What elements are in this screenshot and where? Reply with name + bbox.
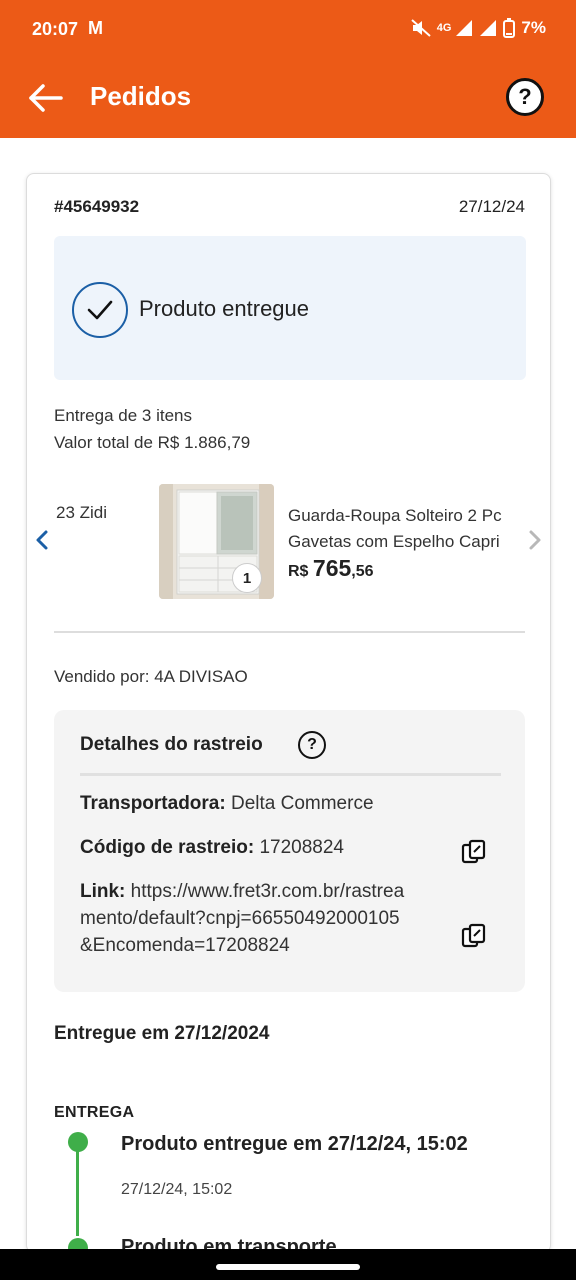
status-bar: 20:07 M 4G 7% — [0, 0, 576, 60]
tracking-code-value: 17208824 — [254, 837, 345, 858]
chevron-right-icon — [529, 530, 541, 550]
carrier-row: Transportadora: Delta Commerce — [80, 793, 374, 815]
clock: 20:07 — [32, 19, 79, 39]
order-id: #45649932 — [54, 197, 140, 216]
tracking-help-button[interactable]: ? — [298, 731, 326, 759]
carrier-label: Transportadora: — [80, 793, 226, 814]
arrow-left-icon — [29, 84, 63, 112]
status-icons: 4G 7% — [411, 18, 546, 38]
items-count: Entrega de 3 itens — [54, 406, 192, 425]
copy-link-button[interactable] — [460, 922, 488, 950]
tracking-title: Detalhes do rastreio — [80, 734, 263, 755]
seller-name: Vendido por: 4A DIVISAO — [54, 667, 248, 686]
timeline-event-title: Produto entregue em 27/12/24, 15:02 — [121, 1133, 468, 1155]
mail-notification-icon: M — [88, 18, 103, 38]
question-icon: ? — [307, 736, 317, 753]
delivered-on: Entregue em 27/12/2024 — [54, 1023, 270, 1044]
product-name-line2: Gavetas com Espelho Capri — [288, 532, 500, 551]
timeline-connector — [76, 1150, 79, 1236]
divider — [54, 631, 525, 633]
tracking-link-row: Link: https://www.fret3r.com.br/rastream… — [80, 878, 410, 959]
timeline-dot — [68, 1132, 88, 1152]
mute-icon — [411, 19, 431, 37]
network-type: 4G — [436, 22, 452, 34]
check-circle-icon — [72, 282, 128, 338]
product-price: R$ 765,56 — [288, 555, 374, 582]
copy-code-button[interactable] — [460, 838, 488, 866]
app-header: 20:07 M 4G 7% Pedidos ? — [0, 0, 576, 138]
previous-product-name[interactable]: 23 Zidi — [56, 503, 107, 523]
tracking-code-label: Código de rastreio: — [80, 837, 255, 858]
question-icon: ? — [518, 84, 532, 109]
carrier-value: Delta Commerce — [225, 793, 374, 814]
battery-level: 7% — [521, 18, 546, 37]
copy-icon — [461, 839, 486, 864]
tracking-link-value[interactable]: https://www.fret3r.com.br/rastreamento/d… — [80, 881, 404, 956]
chevron-left-icon — [36, 530, 48, 550]
delivery-status: Produto entregue — [139, 296, 310, 321]
order-total: Valor total de R$ 1.886,79 — [54, 433, 251, 452]
order-date: 27/12/24 — [458, 197, 525, 216]
carousel-next-button[interactable] — [525, 527, 545, 553]
carousel-prev-button[interactable] — [32, 527, 52, 553]
battery-icon — [503, 18, 516, 38]
tracking-divider — [80, 773, 501, 776]
signal-icon — [455, 19, 473, 37]
tracking-link-label: Link: — [80, 881, 126, 902]
price-integer: 765 — [312, 555, 352, 581]
help-button[interactable]: ? — [506, 78, 544, 116]
product-name[interactable]: Guarda-Roupa Solteiro 2 Pc Gavetas com E… — [288, 503, 522, 555]
timeline-event-time: 27/12/24, 15:02 — [121, 1181, 233, 1198]
timeline-section-label: ENTREGA — [54, 1104, 135, 1121]
price-cents: ,56 — [351, 563, 374, 580]
back-button[interactable] — [24, 78, 66, 118]
signal-icon-2 — [479, 19, 497, 37]
copy-icon — [461, 923, 486, 948]
product-name-line1: Guarda-Roupa Solteiro 2 Pc — [288, 506, 502, 525]
home-gesture-handle[interactable] — [216, 1264, 360, 1270]
price-currency: R$ — [288, 563, 309, 580]
quantity-badge: 1 — [232, 563, 262, 593]
page-title: Pedidos — [90, 81, 192, 111]
tracking-code-row: Código de rastreio: 17208824 — [80, 837, 344, 859]
